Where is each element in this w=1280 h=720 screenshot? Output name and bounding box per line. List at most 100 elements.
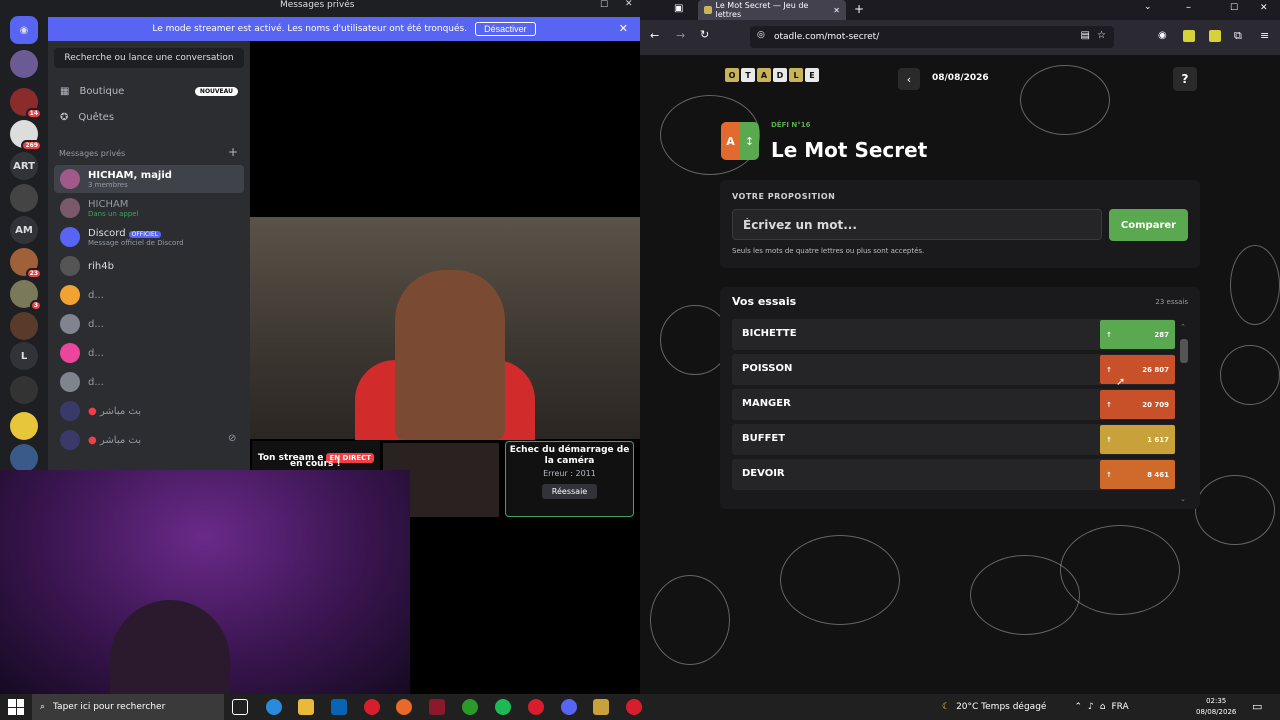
weather-text[interactable]: 20°C Temps dégagé (956, 702, 1046, 712)
nav-shop[interactable]: ▦ Boutique NOUVEAU (54, 79, 244, 103)
scrollbar-thumb[interactable] (1180, 339, 1188, 363)
new-tab-icon[interactable]: + (854, 2, 864, 16)
tray-chevron-icon[interactable]: ⌃ (1074, 702, 1082, 712)
volume-icon[interactable]: ♪ (1088, 702, 1094, 712)
dm-item[interactable]: rih4b (54, 252, 244, 280)
server-icon[interactable] (10, 444, 38, 472)
up-arrow-icon: ↑ (1106, 435, 1112, 444)
server-icon[interactable]: 269 (10, 120, 42, 151)
avatar (60, 314, 80, 334)
scroll-down-icon[interactable]: ⌄ (1180, 495, 1186, 503)
game-title: Le Mot Secret (771, 138, 928, 162)
site-info-icon[interactable]: ◎ (757, 30, 765, 40)
search-conversation-button[interactable]: Recherche ou lance une conversation (54, 48, 244, 68)
discord-home-icon[interactable]: ◉ (10, 16, 38, 44)
tab-active[interactable]: Le Mot Secret — Jeu de lettres ✕ (698, 0, 846, 20)
server-icon[interactable] (10, 412, 38, 440)
dm-item[interactable]: ● بث مباشر ⊘ (54, 426, 244, 454)
url-field[interactable]: ◎ otadle.com/mot-secret/ ▤ ☆ (750, 26, 1114, 48)
menu-icon[interactable]: ≡ (1260, 29, 1269, 42)
opera-icon[interactable] (364, 699, 380, 715)
discord-titlebar: Messages privés ☐ ✕ (0, 0, 640, 12)
app-icon[interactable] (593, 699, 609, 715)
discord-window: Messages privés ☐ ✕ ◉ 14 269 ART AM 23 3… (0, 0, 640, 694)
server-icon[interactable]: 23 (10, 248, 42, 279)
up-arrow-icon: ↑ (1106, 330, 1112, 339)
block-icon[interactable]: ⊘ (228, 433, 236, 444)
maximize-icon[interactable]: ☐ (1230, 3, 1238, 13)
camera-error-tile: Echec du démarrage de la caméra Erreur :… (505, 441, 634, 517)
close-banner-icon[interactable]: ✕ (619, 22, 628, 35)
firefox-icon[interactable] (396, 699, 412, 715)
forward-arrow-icon[interactable]: → (676, 29, 685, 42)
server-icon-l[interactable]: L (10, 342, 38, 370)
shop-icon: ▦ (60, 85, 70, 97)
dm-item[interactable]: HICHAM, majid 3 membres (54, 165, 244, 193)
server-icon-art[interactable]: ART (10, 152, 38, 180)
reload-icon[interactable]: ↻ (700, 28, 709, 41)
retry-button[interactable]: Réessaie (541, 483, 598, 499)
bookmark-star-icon[interactable]: ☆ (1097, 30, 1106, 41)
mouse-cursor-icon: ➚ (1116, 375, 1126, 388)
help-button[interactable]: ? (1173, 67, 1197, 91)
guess-word: DEVOIR (742, 468, 785, 479)
app-icon[interactable] (429, 699, 445, 715)
dm-item[interactable]: HICHAM Dans un appel (54, 194, 244, 222)
sort-arrow-icon: ↕ (740, 122, 759, 160)
app-icon[interactable] (528, 699, 544, 715)
otadle-logo[interactable]: O T A D L E (725, 68, 819, 82)
edge-icon[interactable] (266, 699, 282, 715)
close-window-icon[interactable]: ✕ (625, 0, 633, 9)
dm-item[interactable]: d... (54, 339, 244, 367)
app-icon[interactable] (626, 699, 642, 715)
windows-start-icon[interactable] (8, 699, 24, 715)
scroll-up-icon[interactable]: ⌃ (1180, 323, 1186, 331)
input-hint: Seuls les mots de quatre lettres ou plus… (732, 247, 925, 255)
server-icon[interactable] (10, 376, 38, 404)
server-icon-am[interactable]: AM (10, 216, 38, 244)
minimize-icon[interactable]: – (1186, 2, 1191, 13)
compare-button[interactable]: Comparer (1109, 209, 1188, 241)
previous-day-button[interactable]: ‹ (898, 68, 920, 90)
server-icon[interactable] (10, 184, 38, 212)
chevron-down-icon[interactable]: ⌄ (1144, 2, 1152, 12)
outlook-icon[interactable] (331, 699, 347, 715)
server-icon[interactable] (10, 312, 38, 340)
guess-score: ↑ 20 709 (1100, 390, 1175, 419)
taskbar-clock[interactable]: 02:35 08/08/2026 (1196, 696, 1236, 718)
dm-item[interactable]: d... (54, 368, 244, 396)
xbox-icon[interactable] (462, 699, 478, 715)
extension-icon[interactable] (1209, 30, 1221, 42)
dm-item[interactable]: Discord OFFICIEL Message officiel de Disco… (54, 223, 244, 251)
new-dm-icon[interactable]: + (228, 145, 238, 159)
close-window-icon[interactable]: ✕ (1260, 3, 1268, 13)
extension-icon[interactable] (1183, 30, 1195, 42)
server-icon[interactable]: 3 (10, 280, 42, 311)
nav-quests[interactable]: ✪ Quêtes (54, 105, 244, 129)
account-icon[interactable]: ◉ (1158, 30, 1167, 41)
discord-icon[interactable] (561, 699, 577, 715)
windows-taskbar: ⌕ Taper ici pour rechercher ☾ 20°C Temps… (0, 694, 1280, 720)
taskbar-search[interactable]: ⌕ Taper ici pour rechercher (32, 694, 224, 720)
moon-weather-icon: ☾ (942, 702, 951, 712)
guess-input[interactable] (732, 209, 1102, 240)
close-tab-icon[interactable]: ✕ (833, 6, 840, 15)
server-icon[interactable]: 14 (10, 88, 42, 119)
back-arrow-icon[interactable]: ← (650, 29, 659, 42)
dm-item[interactable]: ● بث مباشر (54, 397, 244, 425)
brain-doodle (1060, 525, 1180, 615)
notification-icon[interactable]: ▭ (1252, 700, 1262, 713)
network-icon[interactable]: ⌂ (1100, 702, 1106, 712)
language-indicator[interactable]: FRA (1111, 702, 1128, 712)
spotify-icon[interactable] (495, 699, 511, 715)
tab-list-icon[interactable]: ▣ (674, 3, 683, 14)
server-icon[interactable] (10, 50, 38, 78)
extensions-puzzle-icon[interactable]: ⧉ (1234, 29, 1242, 43)
task-view-icon[interactable] (232, 699, 248, 715)
dm-item[interactable]: d... (54, 310, 244, 338)
file-explorer-icon[interactable] (298, 699, 314, 715)
dm-item[interactable]: d... (54, 281, 244, 309)
reader-view-icon[interactable]: ▤ (1081, 30, 1090, 41)
disable-streamer-button[interactable]: Désactiver (475, 22, 536, 36)
maximize-icon[interactable]: ☐ (600, 0, 608, 10)
